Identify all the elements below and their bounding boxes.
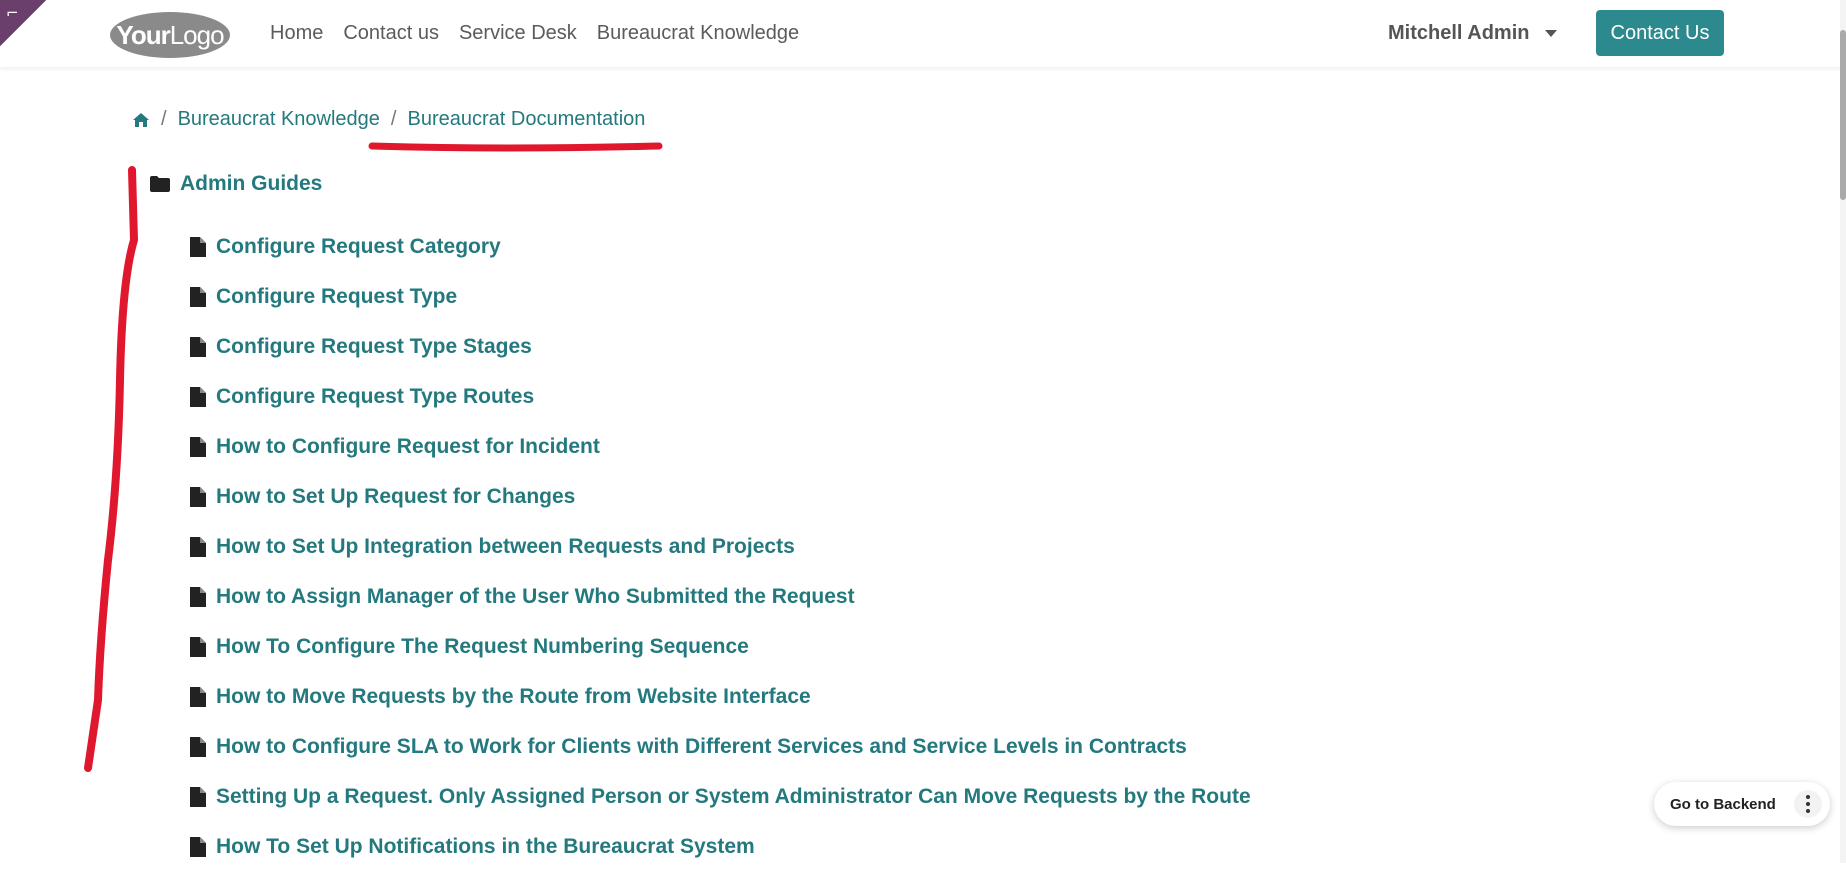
- document-item[interactable]: Configure Request Type: [190, 272, 1251, 322]
- user-menu[interactable]: Mitchell Admin: [1388, 22, 1558, 45]
- file-icon: [190, 387, 206, 407]
- document-link: Configure Request Category: [216, 235, 501, 258]
- document-item[interactable]: How to Assign Manager of the User Who Su…: [190, 572, 1251, 622]
- file-icon: [190, 837, 206, 857]
- file-icon: [190, 587, 206, 607]
- document-link: How to Configure Request for Incident: [216, 435, 600, 458]
- corner-arrow-icon: ⌐: [6, 4, 19, 22]
- nav-contact-us[interactable]: Contact us: [343, 22, 439, 45]
- annotation-bracket: [84, 166, 138, 772]
- scrollbar[interactable]: [1840, 0, 1846, 863]
- file-icon: [190, 737, 206, 757]
- file-icon: [190, 337, 206, 357]
- document-link: How to Set Up Request for Changes: [216, 485, 576, 508]
- chevron-down-icon: [1545, 30, 1558, 37]
- document-link: How to Set Up Integration between Reques…: [216, 535, 795, 558]
- contact-us-button[interactable]: Contact Us: [1596, 10, 1724, 56]
- file-icon: [190, 787, 206, 807]
- document-item[interactable]: How To Set Up Notifications in the Burea…: [190, 822, 1251, 872]
- breadcrumb: / Bureaucrat Knowledge / Bureaucrat Docu…: [132, 108, 645, 131]
- breadcrumb-bureaucrat-knowledge[interactable]: Bureaucrat Knowledge: [178, 108, 380, 131]
- document-link: Configure Request Type Routes: [216, 385, 535, 408]
- kebab-menu-icon[interactable]: [1794, 790, 1822, 818]
- scrollbar-thumb[interactable]: [1840, 30, 1846, 200]
- go-to-backend-button[interactable]: Go to Backend: [1670, 796, 1776, 813]
- user-name: Mitchell Admin: [1388, 22, 1530, 44]
- document-list: Configure Request Category Configure Req…: [190, 222, 1251, 872]
- logo-text-light: Logo: [169, 19, 225, 50]
- document-link: How to Configure SLA to Work for Clients…: [216, 735, 1187, 758]
- backend-widget: Go to Backend: [1654, 782, 1830, 826]
- logo-text-bold: Your: [116, 19, 170, 50]
- document-item[interactable]: How to Move Requests by the Route from W…: [190, 672, 1251, 722]
- folder-icon: [150, 176, 170, 192]
- home-icon[interactable]: [132, 112, 150, 128]
- breadcrumb-separator: /: [161, 108, 167, 130]
- document-item[interactable]: How to Set Up Integration between Reques…: [190, 522, 1251, 572]
- document-item[interactable]: Configure Request Category: [190, 222, 1251, 272]
- file-icon: [190, 487, 206, 507]
- nav-service-desk[interactable]: Service Desk: [459, 22, 577, 45]
- annotation-underline: [368, 142, 663, 152]
- file-icon: [190, 687, 206, 707]
- site-logo[interactable]: Your Logo: [110, 12, 230, 58]
- file-icon: [190, 537, 206, 557]
- document-item[interactable]: Configure Request Type Stages: [190, 322, 1251, 372]
- nav-home[interactable]: Home: [270, 22, 323, 45]
- document-link: How To Configure The Request Numbering S…: [216, 635, 749, 658]
- file-icon: [190, 637, 206, 657]
- document-link: Configure Request Type Stages: [216, 335, 532, 358]
- top-navbar: Your Logo Home Contact us Service Desk Bu…: [0, 0, 1846, 67]
- file-icon: [190, 237, 206, 257]
- document-item[interactable]: Setting Up a Request. Only Assigned Pers…: [190, 772, 1251, 822]
- breadcrumb-separator: /: [390, 108, 397, 130]
- file-icon: [190, 287, 206, 307]
- breadcrumb-bureaucrat-documentation[interactable]: Bureaucrat Documentation: [407, 108, 645, 131]
- main-nav: Home Contact us Service Desk Bureaucrat …: [270, 22, 819, 45]
- folder-label: Admin Guides: [180, 172, 323, 195]
- nav-bureaucrat-knowledge[interactable]: Bureaucrat Knowledge: [597, 22, 799, 45]
- document-link: How To Set Up Notifications in the Burea…: [216, 835, 755, 858]
- document-link: How to Assign Manager of the User Who Su…: [216, 585, 855, 608]
- document-link: How to Move Requests by the Route from W…: [216, 685, 811, 708]
- document-link: Setting Up a Request. Only Assigned Pers…: [216, 785, 1251, 808]
- document-item[interactable]: How To Configure The Request Numbering S…: [190, 622, 1251, 672]
- document-item[interactable]: How to Configure SLA to Work for Clients…: [190, 722, 1251, 772]
- document-item[interactable]: How to Set Up Request for Changes: [190, 472, 1251, 522]
- document-item[interactable]: Configure Request Type Routes: [190, 372, 1251, 422]
- document-item[interactable]: How to Configure Request for Incident: [190, 422, 1251, 472]
- file-icon: [190, 437, 206, 457]
- folder-admin-guides[interactable]: Admin Guides: [150, 172, 322, 196]
- edit-corner-tab[interactable]: ⌐: [0, 0, 46, 46]
- document-link: Configure Request Type: [216, 285, 458, 308]
